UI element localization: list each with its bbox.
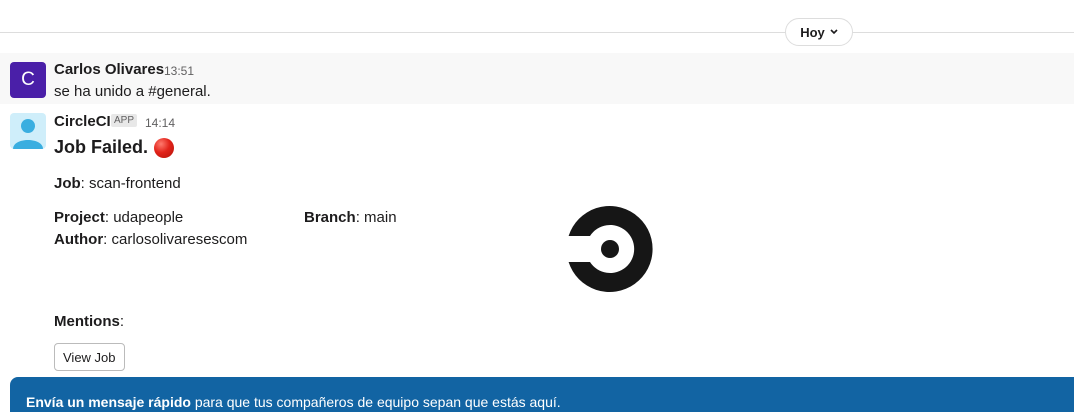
job-label: Job	[54, 175, 81, 192]
date-divider-button[interactable]: Hoy	[785, 18, 853, 46]
message-timestamp[interactable]: 13:51	[164, 64, 194, 78]
job-title-text: Job Failed.	[54, 137, 149, 157]
date-divider-line	[0, 32, 1074, 33]
mentions-value: :	[119, 313, 125, 330]
sender-name[interactable]: Carlos Olivares	[54, 61, 164, 78]
date-divider-label: Hoy	[800, 24, 825, 40]
avatar-letter: C	[21, 69, 35, 90]
job-field: Job: scan-frontend	[54, 175, 181, 192]
mentions-field: Mentions:	[54, 313, 124, 330]
mentions-label: Mentions	[54, 313, 120, 330]
project-label: Project	[54, 209, 105, 226]
project-field: Project: udapeople	[54, 209, 183, 226]
sender-name[interactable]: CircleCI	[54, 113, 111, 130]
message-text: se ha unido a #general.	[54, 83, 211, 100]
circleci-logo-icon	[568, 206, 653, 292]
author-value: : carlosolivaresescom	[103, 231, 248, 248]
branch-field: Branch: main	[304, 209, 397, 226]
banner-bold-text: Envía un mensaje rápido	[26, 394, 191, 410]
branch-value: : main	[355, 209, 397, 226]
avatar[interactable]: C	[10, 62, 46, 98]
author-field: Author: carlosolivaresescom	[54, 231, 247, 248]
branch-label: Branch	[304, 209, 356, 226]
banner-rest-text: para que tus compañeros de equipo sepan …	[190, 394, 561, 410]
job-value: : scan-frontend	[80, 175, 181, 192]
message-timestamp[interactable]: 14:14	[145, 116, 175, 130]
circleci-avatar-icon[interactable]	[10, 113, 46, 149]
banner-text: Envía un mensaje rápido para que tus com…	[26, 394, 561, 410]
project-value: : udapeople	[104, 209, 184, 226]
view-job-button[interactable]: View Job	[54, 343, 125, 371]
author-label: Author	[54, 231, 104, 248]
job-status-title: Job Failed.	[54, 137, 175, 158]
chevron-down-icon	[830, 29, 838, 35]
red-circle-icon	[154, 137, 175, 158]
app-badge: APP	[111, 114, 138, 127]
quick-message-banner[interactable]: Envía un mensaje rápido para que tus com…	[10, 377, 1074, 412]
